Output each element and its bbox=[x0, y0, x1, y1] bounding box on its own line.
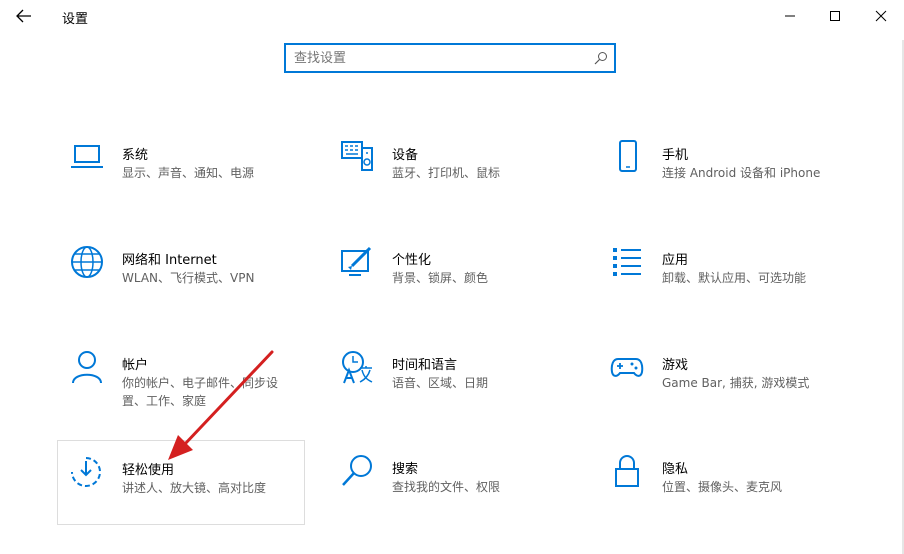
tile-title: 个性化 bbox=[392, 253, 432, 268]
ease-of-access-icon bbox=[71, 457, 101, 487]
time-language-icon bbox=[342, 351, 373, 384]
gamepad-icon bbox=[610, 358, 644, 377]
maximize-icon bbox=[830, 11, 840, 21]
minimize-icon bbox=[785, 15, 795, 17]
apps-list-icon bbox=[613, 248, 641, 276]
magnifier-icon bbox=[342, 455, 372, 486]
tile-description: 显示、声音、通知、电源 bbox=[122, 166, 255, 180]
tile-devices[interactable]: 设备 蓝牙、打印机、鼠标 bbox=[328, 140, 576, 224]
tile-phone[interactable]: 手机 连接 Android 设备和 iPhone bbox=[598, 140, 846, 224]
tile-description: 背景、锁屏、颜色 bbox=[392, 271, 489, 285]
person-icon bbox=[72, 351, 102, 384]
tile-personalization[interactable]: 个性化 背景、锁屏、颜色 bbox=[328, 245, 576, 329]
tile-title: 帐户 bbox=[122, 358, 149, 373]
close-icon bbox=[875, 10, 887, 22]
tile-description: 讲述人、放大镜、高对比度 bbox=[122, 481, 267, 495]
tile-title: 搜索 bbox=[392, 462, 419, 477]
tile-system[interactable]: 系统 显示、声音、通知、电源 bbox=[58, 140, 306, 224]
tile-title: 轻松使用 bbox=[122, 463, 175, 478]
tile-title: 游戏 bbox=[662, 358, 689, 373]
tile-title: 系统 bbox=[122, 148, 149, 163]
tile-description: Game Bar, 捕获, 游戏模式 bbox=[662, 376, 810, 390]
tile-description: 连接 Android 设备和 iPhone bbox=[662, 166, 821, 180]
tile-description: 语音、区域、日期 bbox=[392, 376, 489, 390]
tile-title: 应用 bbox=[662, 253, 689, 268]
tile-gaming[interactable]: 游戏 Game Bar, 捕获, 游戏模式 bbox=[598, 350, 846, 434]
search-input[interactable] bbox=[294, 48, 584, 68]
tile-title: 设备 bbox=[392, 148, 419, 163]
globe-icon bbox=[71, 246, 103, 278]
tile-title: 网络和 Internet bbox=[122, 253, 217, 268]
personalization-icon bbox=[341, 246, 372, 276]
minimize-button[interactable] bbox=[767, 2, 813, 30]
search-box[interactable] bbox=[284, 43, 616, 73]
tile-accounts[interactable]: 帐户 你的帐户、电子邮件、同步设置、工作、家庭 bbox=[58, 350, 306, 434]
tile-privacy[interactable]: 隐私 位置、摄像头、麦克风 bbox=[598, 454, 846, 538]
tile-description: 查找我的文件、权限 bbox=[392, 480, 501, 494]
tile-description: 蓝牙、打印机、鼠标 bbox=[392, 166, 501, 180]
window-title: 设置 bbox=[62, 12, 89, 27]
tile-title: 时间和语言 bbox=[392, 358, 458, 373]
close-button[interactable] bbox=[858, 2, 904, 30]
back-arrow-icon bbox=[16, 9, 31, 23]
maximize-button[interactable] bbox=[812, 2, 858, 30]
tile-description: WLAN、飞行模式、VPN bbox=[122, 271, 255, 285]
tile-title: 隐私 bbox=[662, 462, 689, 477]
tile-search[interactable]: 搜索 查找我的文件、权限 bbox=[328, 454, 576, 538]
tile-description: 位置、摄像头、麦克风 bbox=[662, 480, 783, 494]
tile-description: 你的帐户、电子邮件、同步设置、工作、家庭 bbox=[122, 376, 279, 408]
phone-icon bbox=[619, 140, 637, 172]
tile-description: 卸载、默认应用、可选功能 bbox=[662, 271, 807, 285]
tile-apps[interactable]: 应用 卸载、默认应用、可选功能 bbox=[598, 245, 846, 329]
title-bar: 设置 bbox=[0, 0, 904, 32]
tile-title: 手机 bbox=[662, 148, 689, 163]
lock-icon bbox=[615, 455, 639, 487]
laptop-icon bbox=[71, 145, 103, 168]
tile-network[interactable]: 网络和 Internet WLAN、飞行模式、VPN bbox=[58, 245, 306, 329]
back-button[interactable] bbox=[10, 4, 38, 28]
search-icon[interactable] bbox=[594, 51, 608, 65]
tile-time-language[interactable]: 时间和语言 语音、区域、日期 bbox=[328, 350, 576, 434]
tile-ease-of-access[interactable]: 轻松使用 讲述人、放大镜、高对比度 bbox=[57, 440, 305, 525]
devices-icon bbox=[341, 141, 373, 171]
